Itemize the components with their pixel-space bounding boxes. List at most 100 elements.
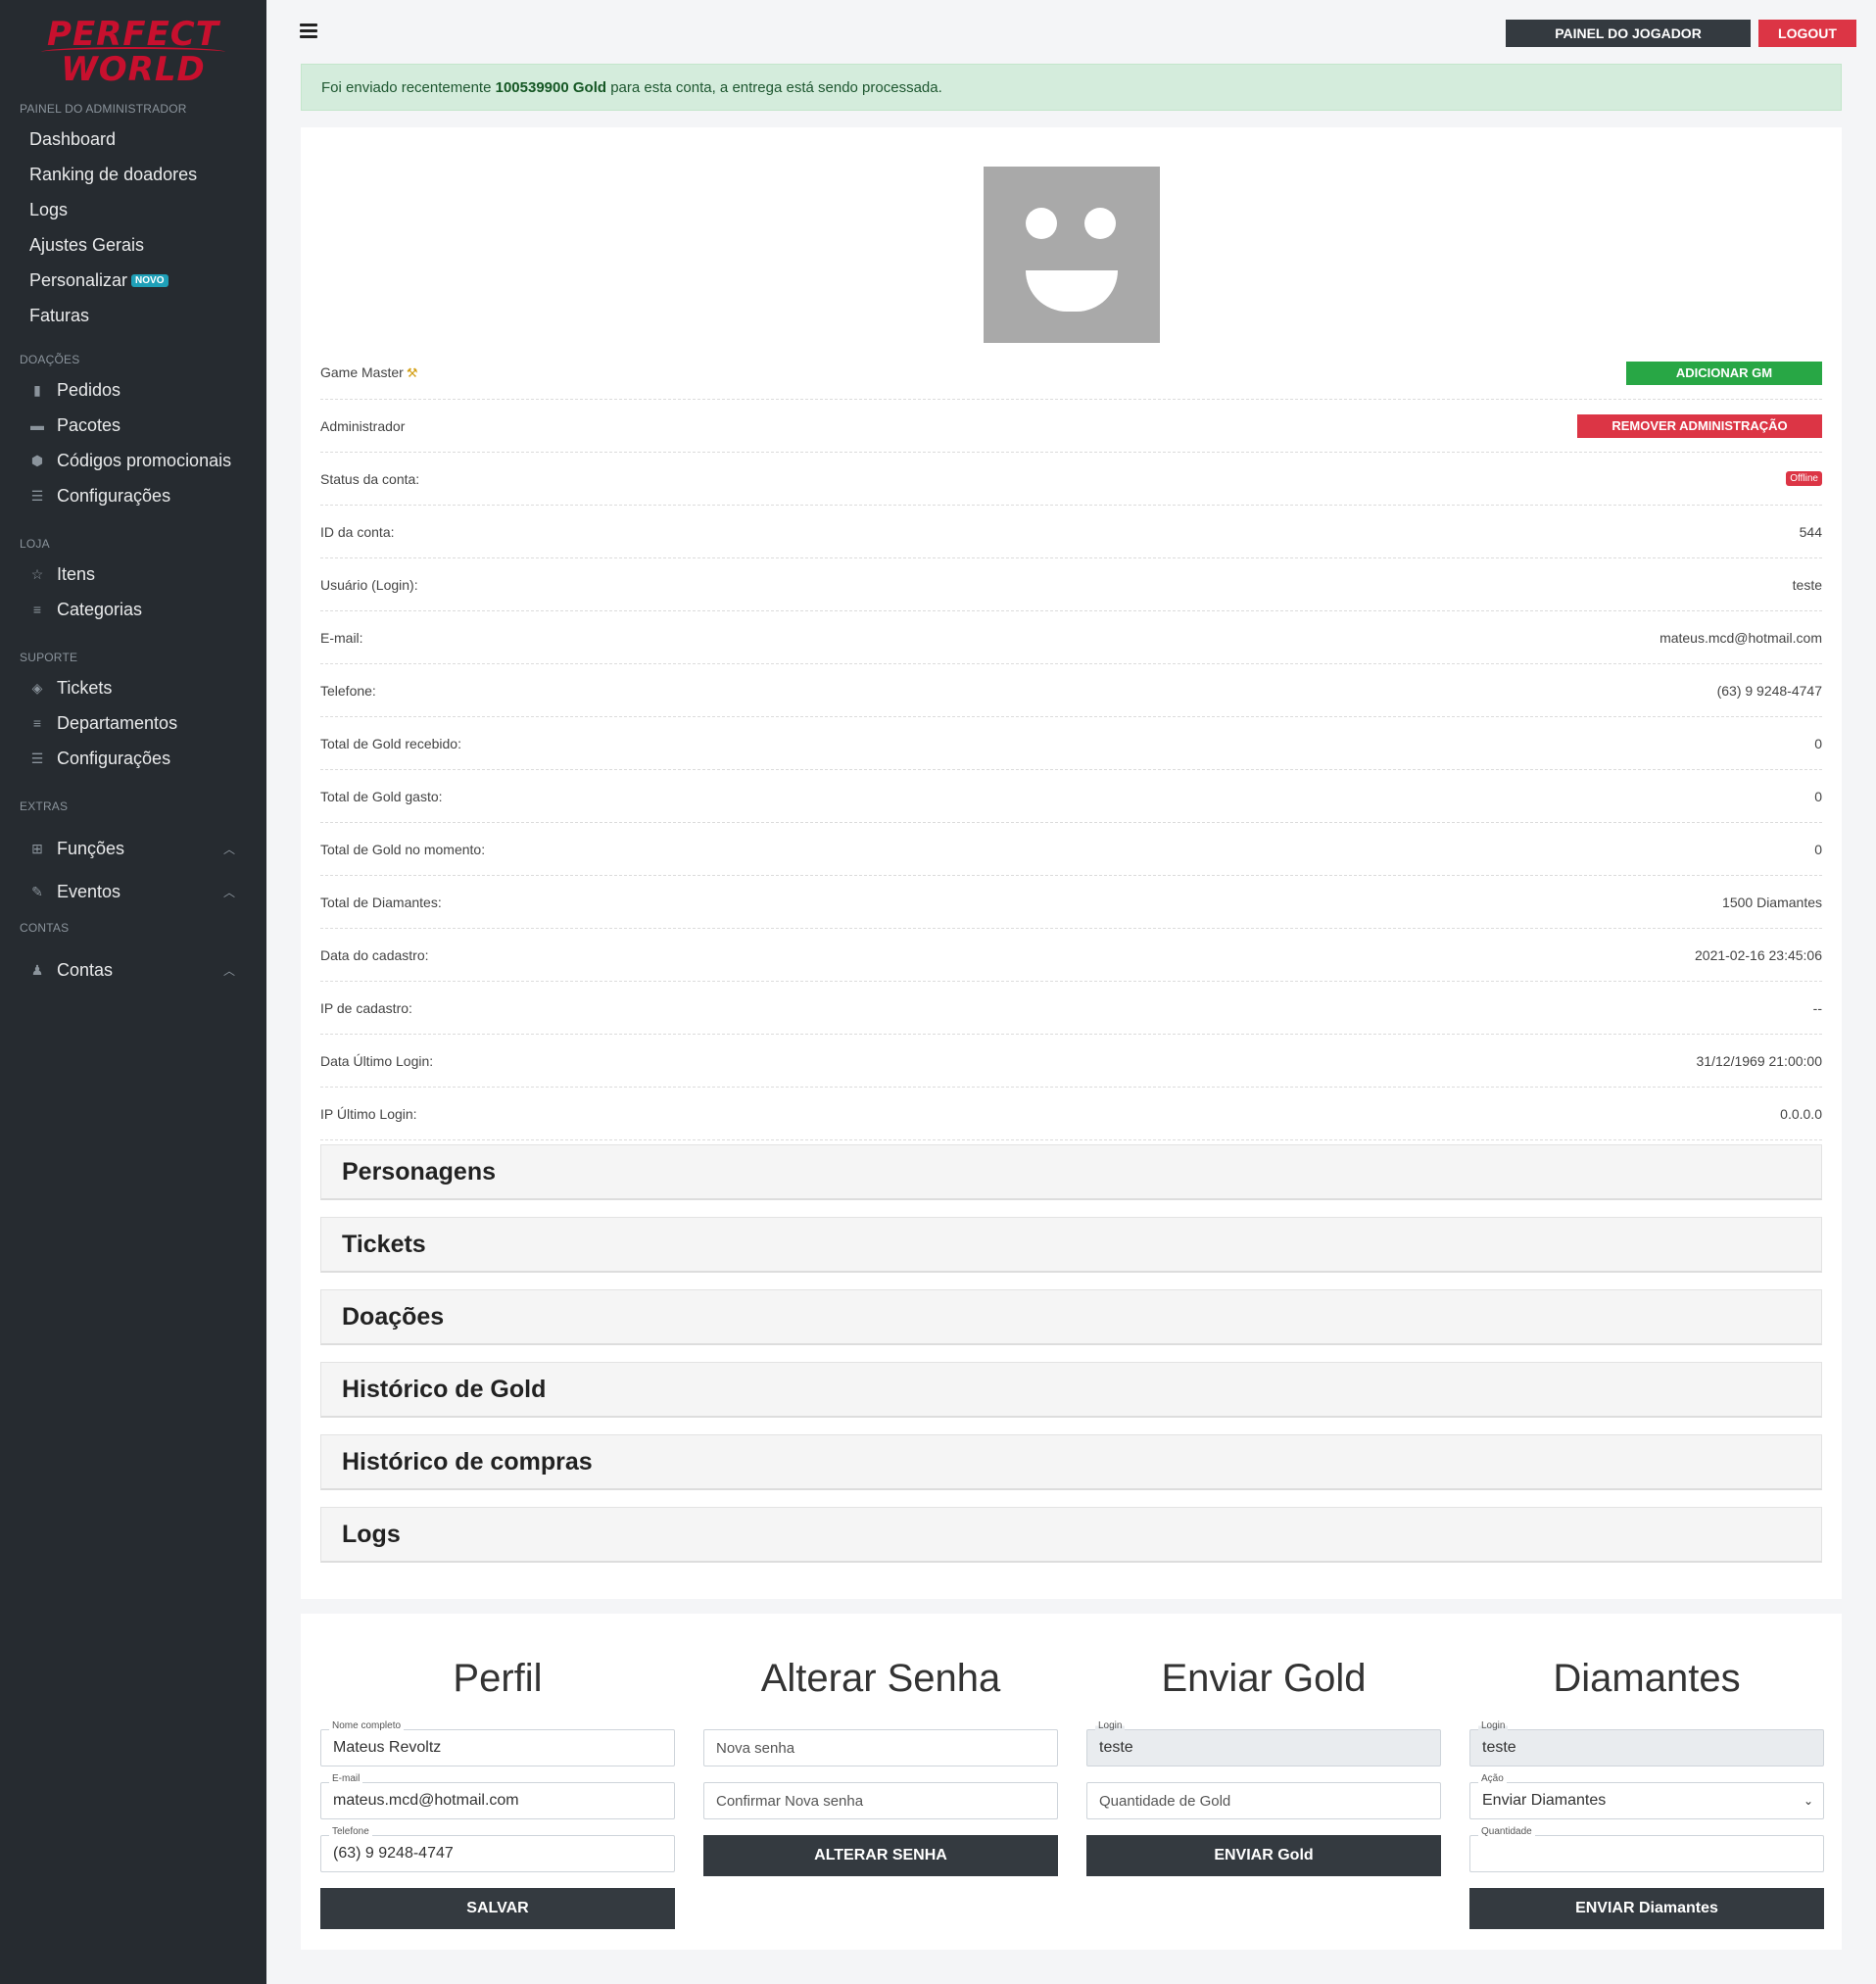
info-row: Total de Gold gasto: 0 bbox=[320, 770, 1822, 823]
info-value: (63) 9 9248-4747 bbox=[1716, 682, 1822, 699]
nav-dashboard[interactable]: Dashboard bbox=[0, 121, 266, 157]
nav-categorias[interactable]: ≡ Categorias bbox=[0, 592, 266, 627]
info-label: Usuário (Login): bbox=[320, 576, 418, 593]
avatar bbox=[984, 167, 1160, 343]
ticket-icon: ◈ bbox=[31, 679, 43, 696]
email-field[interactable]: E-mail mateus.mcd@hotmail.com bbox=[320, 1773, 675, 1819]
add-gm-button[interactable]: ADICIONAR GM bbox=[1626, 361, 1822, 385]
palette-icon: ✎ bbox=[31, 883, 43, 899]
info-row: Total de Diamantes: 1500 Diamantes bbox=[320, 876, 1822, 929]
info-label: ID da conta: bbox=[320, 523, 395, 540]
nav-personalizar[interactable]: Personalizar NOVO bbox=[0, 263, 266, 298]
info-value: 0 bbox=[1814, 841, 1822, 857]
info-row: Total de Gold recebido: 0 bbox=[320, 717, 1822, 770]
section-accordion[interactable]: Doações bbox=[320, 1289, 1822, 1345]
info-label: Data do cadastro: bbox=[320, 946, 429, 963]
nav-config-doacoes[interactable]: ☰ Configurações bbox=[0, 478, 266, 513]
section-accordion[interactable]: Histórico de compras bbox=[320, 1434, 1822, 1490]
diamonds-title: Diamantes bbox=[1553, 1657, 1741, 1700]
gold-login-field: Login teste bbox=[1086, 1720, 1441, 1766]
nav-pedidos[interactable]: ▮ Pedidos bbox=[0, 372, 266, 408]
account-card: Game Master ⚒ ADICIONAR GM Administrador … bbox=[301, 127, 1842, 1599]
nav-ranking[interactable]: Ranking de doadores bbox=[0, 157, 266, 192]
info-label: Data Último Login: bbox=[320, 1052, 434, 1069]
section-title-accounts: CONTAS bbox=[20, 921, 70, 935]
info-value: 544 bbox=[1799, 523, 1822, 540]
gold-amount-input[interactable]: Quantidade de Gold bbox=[1086, 1782, 1441, 1819]
nav-funcoes[interactable]: ⊞ Funções ︿ bbox=[0, 827, 266, 870]
logout-button[interactable]: LOGOUT bbox=[1758, 20, 1856, 47]
section-title-extras: EXTRAS bbox=[20, 799, 69, 813]
phone-field[interactable]: Telefone (63) 9 9248-4747 bbox=[320, 1826, 675, 1872]
info-value: 1500 Diamantes bbox=[1722, 894, 1822, 910]
info-value: 0.0.0.0 bbox=[1780, 1105, 1822, 1122]
diamonds-quantity-input[interactable]: Quantidade bbox=[1469, 1826, 1824, 1872]
nav-faturas[interactable]: Faturas bbox=[0, 298, 266, 333]
full-name-field[interactable]: Nome completo Mateus Revoltz bbox=[320, 1720, 675, 1766]
chevron-down-icon: ⌄ bbox=[1803, 1794, 1813, 1808]
info-value: 31/12/1969 21:00:00 bbox=[1696, 1052, 1822, 1069]
player-panel-button[interactable]: PAINEL DO JOGADOR bbox=[1506, 20, 1751, 47]
info-row: Data Último Login: 31/12/1969 21:00:00 bbox=[320, 1035, 1822, 1088]
info-row: IP Último Login: 0.0.0.0 bbox=[320, 1088, 1822, 1140]
alert-gold-amount: 100539900 Gold bbox=[495, 78, 607, 96]
info-value: 0 bbox=[1814, 788, 1822, 804]
nav-ajustes[interactable]: Ajustes Gerais bbox=[0, 227, 266, 263]
info-value: 0 bbox=[1814, 735, 1822, 751]
nav-config-suporte[interactable]: ☰ Configurações bbox=[0, 741, 266, 776]
status-badge: Offline bbox=[1786, 471, 1822, 486]
nav-eventos[interactable]: ✎ Eventos ︿ bbox=[0, 870, 266, 913]
section-accordion[interactable]: Personagens bbox=[320, 1144, 1822, 1200]
info-row: ID da conta: 544 bbox=[320, 506, 1822, 558]
novo-badge: NOVO bbox=[131, 273, 168, 287]
save-button[interactable]: SALVAR bbox=[320, 1888, 675, 1929]
chevron-up-icon: ︿ bbox=[222, 963, 235, 978]
section-accordion[interactable]: Tickets bbox=[320, 1217, 1822, 1273]
nav-logs[interactable]: Logs bbox=[0, 192, 266, 227]
list-icon: ≡ bbox=[32, 715, 42, 731]
brand-line1: PERFECT bbox=[47, 15, 219, 54]
change-password-button[interactable]: ALTERAR SENHA bbox=[703, 1835, 1058, 1876]
nav-pacotes[interactable]: ▬ Pacotes bbox=[0, 408, 266, 443]
info-row: Data do cadastro: 2021-02-16 23:45:06 bbox=[320, 929, 1822, 982]
info-row: Usuário (Login): teste bbox=[320, 558, 1822, 611]
chevron-up-icon: ︿ bbox=[222, 885, 235, 899]
profile-form: Perfil Nome completo Mateus Revoltz E-mai… bbox=[320, 1614, 675, 1929]
row-game-master: Game Master ⚒ ADICIONAR GM bbox=[320, 347, 1822, 400]
profile-title: Perfil bbox=[453, 1657, 543, 1700]
confirm-password-input[interactable]: Confirmar Nova senha bbox=[703, 1782, 1058, 1819]
section-title-store: LOJA bbox=[20, 537, 50, 551]
nav-contas[interactable]: ♟ Contas ︿ bbox=[0, 948, 266, 992]
password-title: Alterar Senha bbox=[760, 1657, 1001, 1700]
info-row: Total de Gold no momento: 0 bbox=[320, 823, 1822, 876]
info-label: IP Último Login: bbox=[320, 1105, 417, 1122]
send-gold-button[interactable]: ENVIAR Gold bbox=[1086, 1835, 1441, 1876]
info-value: mateus.mcd@hotmail.com bbox=[1660, 629, 1822, 646]
diamonds-action-select[interactable]: Ação Enviar Diamantes ⌄ bbox=[1469, 1773, 1824, 1819]
info-label: Total de Diamantes: bbox=[320, 894, 442, 910]
info-value: teste bbox=[1792, 576, 1822, 593]
brand-logo[interactable]: PERFECT WORLD bbox=[0, 0, 266, 100]
box-icon: ▬ bbox=[30, 417, 44, 433]
info-label: Total de Gold gasto: bbox=[320, 788, 443, 804]
diamonds-login-field: Login teste bbox=[1469, 1720, 1824, 1766]
section-title-donations: DOAÇÕES bbox=[20, 353, 80, 366]
section-accordion[interactable]: Logs bbox=[320, 1507, 1822, 1563]
sitemap-icon: ⊞ bbox=[31, 840, 43, 856]
nav-codigos[interactable]: ⬢ Códigos promocionais bbox=[0, 443, 266, 478]
gold-sent-alert: Foi enviado recentemente 100539900 Gold … bbox=[301, 64, 1842, 111]
remove-admin-button[interactable]: REMOVER ADMINISTRAÇÃO bbox=[1577, 413, 1822, 438]
send-diamonds-button[interactable]: ENVIAR Diamantes bbox=[1469, 1888, 1824, 1929]
info-label: Telefone: bbox=[320, 682, 376, 699]
nav-departamentos[interactable]: ≡ Departamentos bbox=[0, 705, 266, 741]
users-icon: ♟ bbox=[30, 961, 44, 978]
hamburger-menu-icon[interactable] bbox=[300, 24, 317, 39]
nav-tickets[interactable]: ◈ Tickets bbox=[0, 670, 266, 705]
password-form: Alterar Senha Nova senha Confirmar Nova … bbox=[703, 1614, 1058, 1876]
row-administrator: Administrador REMOVER ADMINISTRAÇÃO bbox=[320, 400, 1822, 453]
new-password-input[interactable]: Nova senha bbox=[703, 1729, 1058, 1766]
info-label: IP de cadastro: bbox=[320, 999, 412, 1016]
nav-itens[interactable]: ☆ Itens bbox=[0, 556, 266, 592]
sliders-icon: ☰ bbox=[30, 750, 44, 766]
section-accordion[interactable]: Histórico de Gold bbox=[320, 1362, 1822, 1418]
